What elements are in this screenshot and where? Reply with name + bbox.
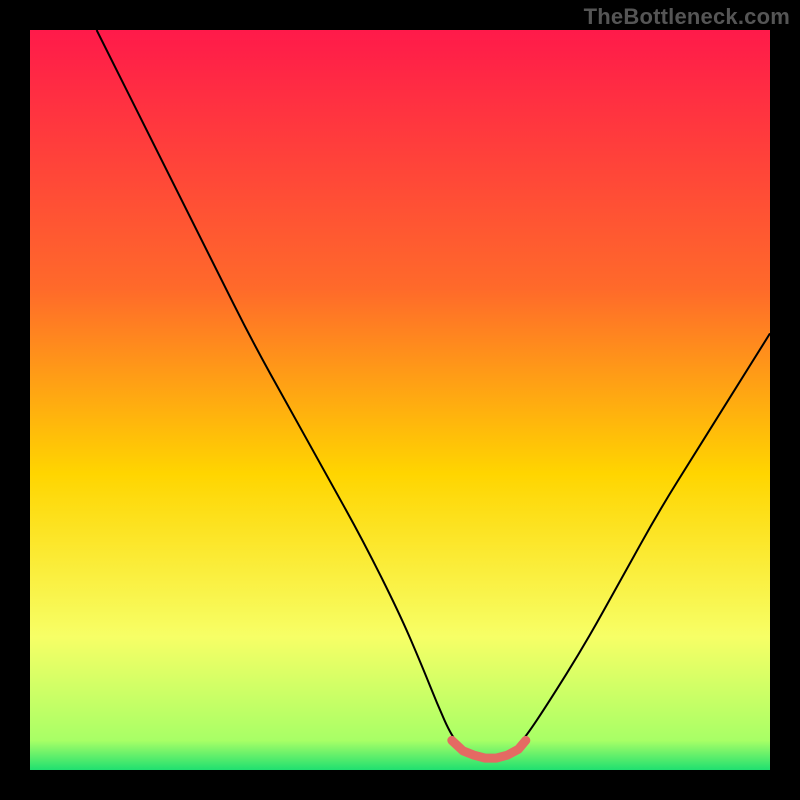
- chart-frame: TheBottleneck.com: [0, 0, 800, 800]
- chart-svg: [30, 30, 770, 770]
- gradient-background: [30, 30, 770, 770]
- plot-area: [30, 30, 770, 770]
- watermark: TheBottleneck.com: [584, 4, 790, 30]
